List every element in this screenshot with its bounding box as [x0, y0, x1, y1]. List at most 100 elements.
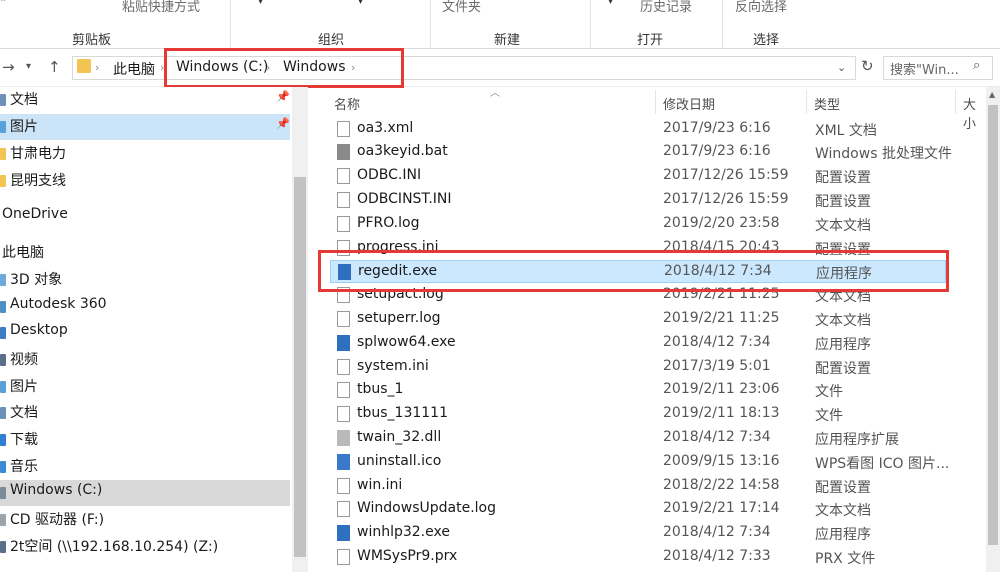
file-row[interactable]: PFRO.log 2019/2/20 23:58 文本文档: [330, 213, 946, 236]
sidebar-item-label: Windows (C:): [10, 482, 103, 498]
sidebar-item-label: 昆明支线: [10, 173, 66, 189]
file-name: PFRO.log: [357, 215, 420, 231]
column-header-type[interactable]: 类型: [814, 94, 840, 113]
file-list-scrollbar[interactable]: ▲: [986, 87, 1000, 572]
sidebar-item-pictures[interactable]: 图片: [0, 374, 290, 400]
group-organize: 组织: [318, 33, 345, 48]
sidebar-item-gansu[interactable]: 甘肃电力: [0, 141, 290, 167]
file-row[interactable]: setuperr.log 2019/2/21 11:25 文本文档: [330, 308, 946, 331]
sidebar-item-desktop[interactable]: Desktop: [0, 320, 290, 346]
file-icon: [337, 382, 350, 398]
3d-objects-icon: [0, 274, 6, 286]
sidebar-item-label: 此电脑: [2, 245, 44, 261]
search-placeholder: 搜索"Win...: [890, 63, 959, 78]
drive-icon: [0, 487, 6, 499]
file-row[interactable]: tbus_1 2019/2/11 23:06 文件: [330, 379, 946, 402]
column-header-date[interactable]: 修改日期: [663, 94, 715, 113]
sidebar-scrollbar[interactable]: [292, 87, 308, 572]
documents-icon: [0, 407, 6, 419]
column-divider[interactable]: [955, 90, 956, 114]
column-header-size[interactable]: 大小: [963, 94, 988, 132]
sidebar-item-label: 文档: [10, 405, 38, 421]
pin-icon[interactable]: 📌: [276, 117, 290, 130]
file-date: 2019/2/21 17:14: [663, 500, 780, 516]
sidebar-item-downloads[interactable]: 下载: [0, 427, 290, 453]
navigation-pane: 文档 📌 图片 📌 甘肃电力 昆明支线 OneDrive 此电脑 3D 对象 Aut…: [0, 87, 292, 572]
history-dropdown-icon[interactable]: ▾: [26, 61, 31, 72]
file-row[interactable]: oa3.xml 2017/9/23 6:16 XML 文档: [330, 118, 946, 141]
open-dropdown-icon[interactable]: ▾: [608, 0, 613, 7]
pictures-icon: [0, 121, 6, 133]
up-icon[interactable]: ↑: [48, 58, 61, 76]
sidebar-item-label: OneDrive: [2, 206, 68, 222]
column-header-name[interactable]: 名称: [334, 94, 360, 113]
scrollbar-thumb[interactable]: [294, 177, 306, 557]
highlight-box: [164, 48, 404, 88]
sidebar-item-3d-objects[interactable]: 3D 对象: [0, 267, 290, 293]
file-row[interactable]: WindowsUpdate.log 2019/2/21 17:14 文本文档: [330, 498, 946, 521]
column-divider[interactable]: [806, 90, 807, 114]
file-name: oa3.xml: [357, 120, 414, 136]
paste-shortcut-button[interactable]: 粘贴快捷方式: [122, 0, 200, 15]
file-row[interactable]: winhlp32.exe 2018/4/12 7:34 应用程序: [330, 522, 946, 545]
video-icon: [0, 354, 6, 366]
file-row[interactable]: win.ini 2018/2/22 14:58 配置设置: [330, 475, 946, 498]
file-name: tbus_131111: [357, 405, 448, 421]
sidebar-item-documents-pinned[interactable]: 文档 📌: [0, 87, 290, 113]
file-name: uninstall.ico: [357, 453, 442, 469]
refresh-icon[interactable]: ↻: [861, 57, 874, 75]
file-type: PRX 文件: [815, 551, 876, 567]
file-date: 2017/3/19 5:01: [663, 358, 771, 374]
invert-selection-button[interactable]: 反向选择: [735, 0, 787, 15]
file-row[interactable]: ODBC.INI 2017/12/26 15:59 配置设置: [330, 165, 946, 188]
file-type: Windows 批处理文件: [815, 146, 952, 162]
sidebar-item-kunming[interactable]: 昆明支线: [0, 168, 290, 194]
copy-to-dropdown-icon[interactable]: ▾: [358, 0, 363, 7]
file-name: twain_32.dll: [357, 429, 442, 445]
sidebar-item-cd-drive[interactable]: CD 驱动器 (F:): [0, 507, 290, 533]
sidebar-item-onedrive[interactable]: OneDrive: [0, 204, 290, 230]
chevron-right-icon[interactable]: ›: [95, 61, 99, 74]
history-button[interactable]: 历史记录: [640, 0, 692, 15]
sidebar-item-documents[interactable]: 文档: [0, 400, 290, 426]
file-name: tbus_1: [357, 381, 404, 397]
new-folder-button[interactable]: 文件夹: [442, 0, 481, 15]
file-icon: [337, 549, 350, 565]
file-date: 2017/12/26 15:59: [663, 191, 789, 207]
sidebar-item-network-drive[interactable]: 2t空间 (\\192.168.10.254) (Z:): [0, 534, 290, 560]
file-icon: [337, 430, 350, 446]
file-row[interactable]: system.ini 2017/3/19 5:01 配置设置: [330, 356, 946, 379]
file-row[interactable]: WMSysPr9.prx 2018/4/12 7:33 PRX 文件: [330, 546, 946, 569]
file-row[interactable]: uninstall.ico 2009/9/15 13:16 WPS看图 ICO 图片…: [330, 451, 949, 474]
move-to-dropdown-icon[interactable]: ▾: [258, 0, 263, 7]
sidebar-item-pictures-pinned[interactable]: 图片 📌: [0, 114, 290, 140]
file-row[interactable]: twain_32.dll 2018/4/12 7:34 应用程序扩展: [330, 427, 946, 450]
sidebar-item-videos[interactable]: 视频: [0, 347, 290, 373]
file-icon: [337, 311, 350, 327]
sidebar-item-label: 文档: [10, 92, 38, 108]
file-icon: [337, 192, 350, 208]
sidebar-item-music[interactable]: 音乐: [0, 454, 290, 480]
file-row[interactable]: oa3keyid.bat 2017/9/23 6:16 Windows 批处理文件: [330, 141, 952, 164]
file-row[interactable]: ODBCINST.INI 2017/12/26 15:59 配置设置: [330, 189, 946, 212]
column-divider[interactable]: [655, 90, 656, 114]
forward-icon[interactable]: →: [2, 58, 15, 76]
sidebar-item-this-pc[interactable]: 此电脑: [0, 240, 290, 266]
file-row[interactable]: tbus_131111 2019/2/11 18:13 文件: [330, 403, 946, 426]
file-icon: [337, 121, 350, 137]
file-type: 文本文档: [815, 218, 871, 234]
file-row[interactable]: splwow64.exe 2018/4/12 7:34 应用程序: [330, 332, 946, 355]
search-input[interactable]: 搜索"Win... ⌕: [883, 56, 993, 80]
crumb-this-pc[interactable]: 此电脑: [113, 59, 155, 79]
file-date: 2019/2/11 23:06: [663, 381, 780, 397]
pin-icon[interactable]: 📌: [276, 90, 290, 103]
sidebar-item-autodesk[interactable]: Autodesk 360: [0, 294, 290, 320]
search-icon[interactable]: ⌕: [973, 58, 980, 73]
sidebar-item-drive-c[interactable]: Windows (C:): [0, 480, 290, 506]
scroll-up-icon[interactable]: ▲: [989, 90, 995, 99]
scrollbar-thumb[interactable]: [988, 105, 998, 545]
file-type: 文件: [815, 384, 843, 400]
address-dropdown-icon[interactable]: ⌄: [837, 61, 846, 74]
file-type: 配置设置: [815, 361, 871, 377]
sidebar-item-label: 下载: [10, 432, 38, 448]
